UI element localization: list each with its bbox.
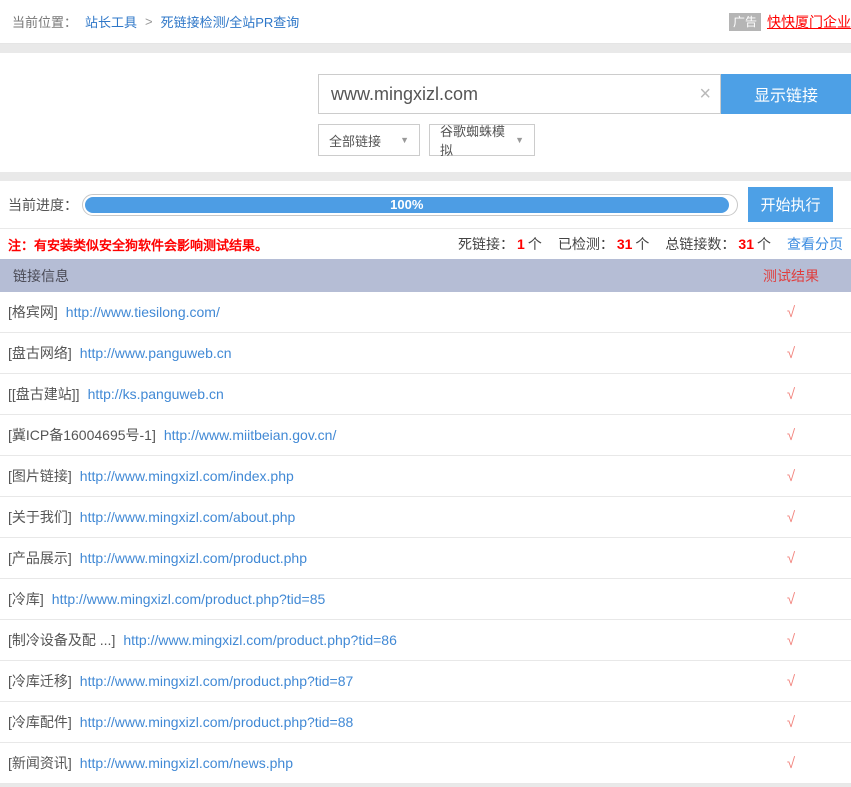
table-row: [冷库配件] http://www.mingxizl.com/product.ph… [0, 702, 851, 743]
result-check-mark: √ [731, 591, 851, 608]
link-type-select-value: 全部链接 [329, 131, 381, 150]
ad-badge: 广告 [729, 13, 761, 31]
link-url[interactable]: http://www.mingxizl.com/product.php?tid=… [52, 591, 326, 607]
breadcrumb-link-home[interactable]: 站长工具 [85, 12, 137, 31]
link-url[interactable]: http://www.mingxizl.com/product.php?tid=… [80, 714, 354, 730]
result-check-mark: √ [731, 509, 851, 526]
filter-row: 全部链接 ▼ 谷歌蜘蛛模拟 ▼ [318, 124, 851, 156]
link-url[interactable]: http://www.mingxizl.com/index.php [80, 468, 294, 484]
progress-fill: 100% [85, 197, 729, 213]
link-url[interactable]: http://www.tiesilong.com/ [66, 304, 220, 320]
table-row: [关于我们]http://www.mingxizl.com/about.php … [0, 497, 851, 538]
start-button[interactable]: 开始执行 [748, 187, 833, 222]
progress-percent: 100% [390, 197, 423, 212]
link-label: [盘古网络] [8, 345, 72, 361]
section-gap [0, 172, 851, 181]
stat-checked: 已检测：31个 [558, 234, 650, 254]
breadcrumb-link-current[interactable]: 死链接检测/全站PR查询 [161, 12, 300, 31]
result-check-mark: √ [731, 550, 851, 567]
result-check-mark: √ [731, 427, 851, 444]
table-row: [图片链接]http://www.mingxizl.com/index.php … [0, 456, 851, 497]
search-card: × 显示链接 全部链接 ▼ 谷歌蜘蛛模拟 ▼ [0, 53, 851, 172]
link-label: [制冷设备及配 ...] [8, 632, 115, 648]
column-header-link-info: 链接信息 [0, 266, 731, 286]
clear-input-icon[interactable]: × [699, 84, 711, 104]
link-url[interactable]: http://www.mingxizl.com/about.php [80, 509, 296, 525]
chevron-down-icon: ▼ [400, 135, 409, 145]
stats: 死链接：1个 已检测：31个 总链接数：31个 查看分页 [442, 234, 843, 254]
column-header-test-result: 测试结果 [731, 266, 851, 286]
dead-count: 1 [514, 236, 528, 252]
link-url[interactable]: http://www.mingxizl.com/product.php [80, 550, 307, 566]
chevron-down-icon: ▼ [515, 135, 524, 145]
spider-select-value: 谷歌蜘蛛模拟 [440, 121, 509, 159]
url-input-wrap: × [318, 74, 721, 114]
warning-note: 注：有安装类似安全狗软件会影响测试结果。 [8, 235, 268, 254]
result-check-mark: √ [731, 755, 851, 772]
note-row: 注：有安装类似安全狗软件会影响测试结果。 死链接：1个 已检测：31个 总链接数… [0, 229, 851, 259]
result-check-mark: √ [731, 673, 851, 690]
total-count: 31 [735, 236, 757, 252]
link-label: [产品展示] [8, 550, 72, 566]
table-header: 链接信息 测试结果 [0, 259, 851, 292]
link-url[interactable]: http://ks.panguweb.cn [88, 386, 224, 402]
result-check-mark: √ [731, 468, 851, 485]
table-row: [格宾网] http://www.tiesilong.com/ √ [0, 292, 851, 333]
breadcrumb: 当前位置： 站长工具 > 死链接检测/全站PR查询 [12, 12, 299, 31]
table-row: [[盘古建站]] http://ks.panguweb.cn √ [0, 374, 851, 415]
breadcrumb-label: 当前位置： [12, 12, 77, 31]
ad-zone: 广告 快快厦门企业 [729, 12, 851, 32]
table-row: [冀ICP备16004695号-1] http://www.miitbeian.g… [0, 415, 851, 456]
result-check-mark: √ [731, 304, 851, 321]
view-pagination-link[interactable]: 查看分页 [787, 234, 843, 254]
link-label: [新闻资讯] [8, 755, 72, 771]
search-row: × 显示链接 [318, 74, 851, 114]
result-check-mark: √ [731, 345, 851, 362]
table-row: [冷库迁移] http://www.mingxizl.com/product.ph… [0, 661, 851, 702]
link-url[interactable]: http://www.miitbeian.gov.cn/ [164, 427, 336, 443]
link-label: [冷库] [8, 591, 44, 607]
section-gap [0, 44, 851, 53]
link-url[interactable]: http://www.panguweb.cn [80, 345, 232, 361]
table-row: [产品展示] http://www.mingxizl.com/product.ph… [0, 538, 851, 579]
link-label: [冀ICP备16004695号-1] [8, 427, 156, 443]
table-row: [制冷设备及配 ...] http://www.mingxizl.com/prod… [0, 620, 851, 661]
spider-select[interactable]: 谷歌蜘蛛模拟 ▼ [429, 124, 535, 156]
link-label: [图片链接] [8, 468, 72, 484]
table-row: [盘古网络] http://www.panguweb.cn √ [0, 333, 851, 374]
breadcrumb-separator: > [145, 14, 153, 29]
progress-row: 当前进度： 100% 开始执行 [0, 181, 851, 229]
ad-link[interactable]: 快快厦门企业 [767, 12, 851, 32]
link-label: [关于我们] [8, 509, 72, 525]
link-url[interactable]: http://www.mingxizl.com/product.php?tid=… [123, 632, 397, 648]
progress-label: 当前进度： [8, 195, 78, 215]
link-label: [冷库配件] [8, 714, 72, 730]
url-input[interactable] [318, 74, 721, 114]
link-label: [[盘古建站]] [8, 386, 80, 402]
result-check-mark: √ [731, 632, 851, 649]
stat-total: 总链接数：31个 [665, 234, 771, 254]
progress-bar: 100% [82, 194, 738, 216]
checked-count: 31 [614, 236, 636, 252]
result-check-mark: √ [731, 386, 851, 403]
link-type-select[interactable]: 全部链接 ▼ [318, 124, 420, 156]
stat-dead-links: 死链接：1个 [458, 234, 542, 254]
link-url[interactable]: http://www.mingxizl.com/news.php [80, 755, 293, 771]
link-label: [冷库迁移] [8, 673, 72, 689]
table-row: [新闻资讯] http://www.mingxizl.com/news.php √ [0, 743, 851, 784]
table-row: [冷库] http://www.mingxizl.com/product.php?… [0, 579, 851, 620]
link-url[interactable]: http://www.mingxizl.com/product.php?tid=… [80, 673, 354, 689]
breadcrumb-bar: 当前位置： 站长工具 > 死链接检测/全站PR查询 广告 快快厦门企业 [0, 0, 851, 44]
result-check-mark: √ [731, 714, 851, 731]
link-label: [格宾网] [8, 304, 58, 320]
show-links-button[interactable]: 显示链接 [721, 74, 851, 114]
results-card: 当前进度： 100% 开始执行 注：有安装类似安全狗软件会影响测试结果。 死链接… [0, 181, 851, 784]
